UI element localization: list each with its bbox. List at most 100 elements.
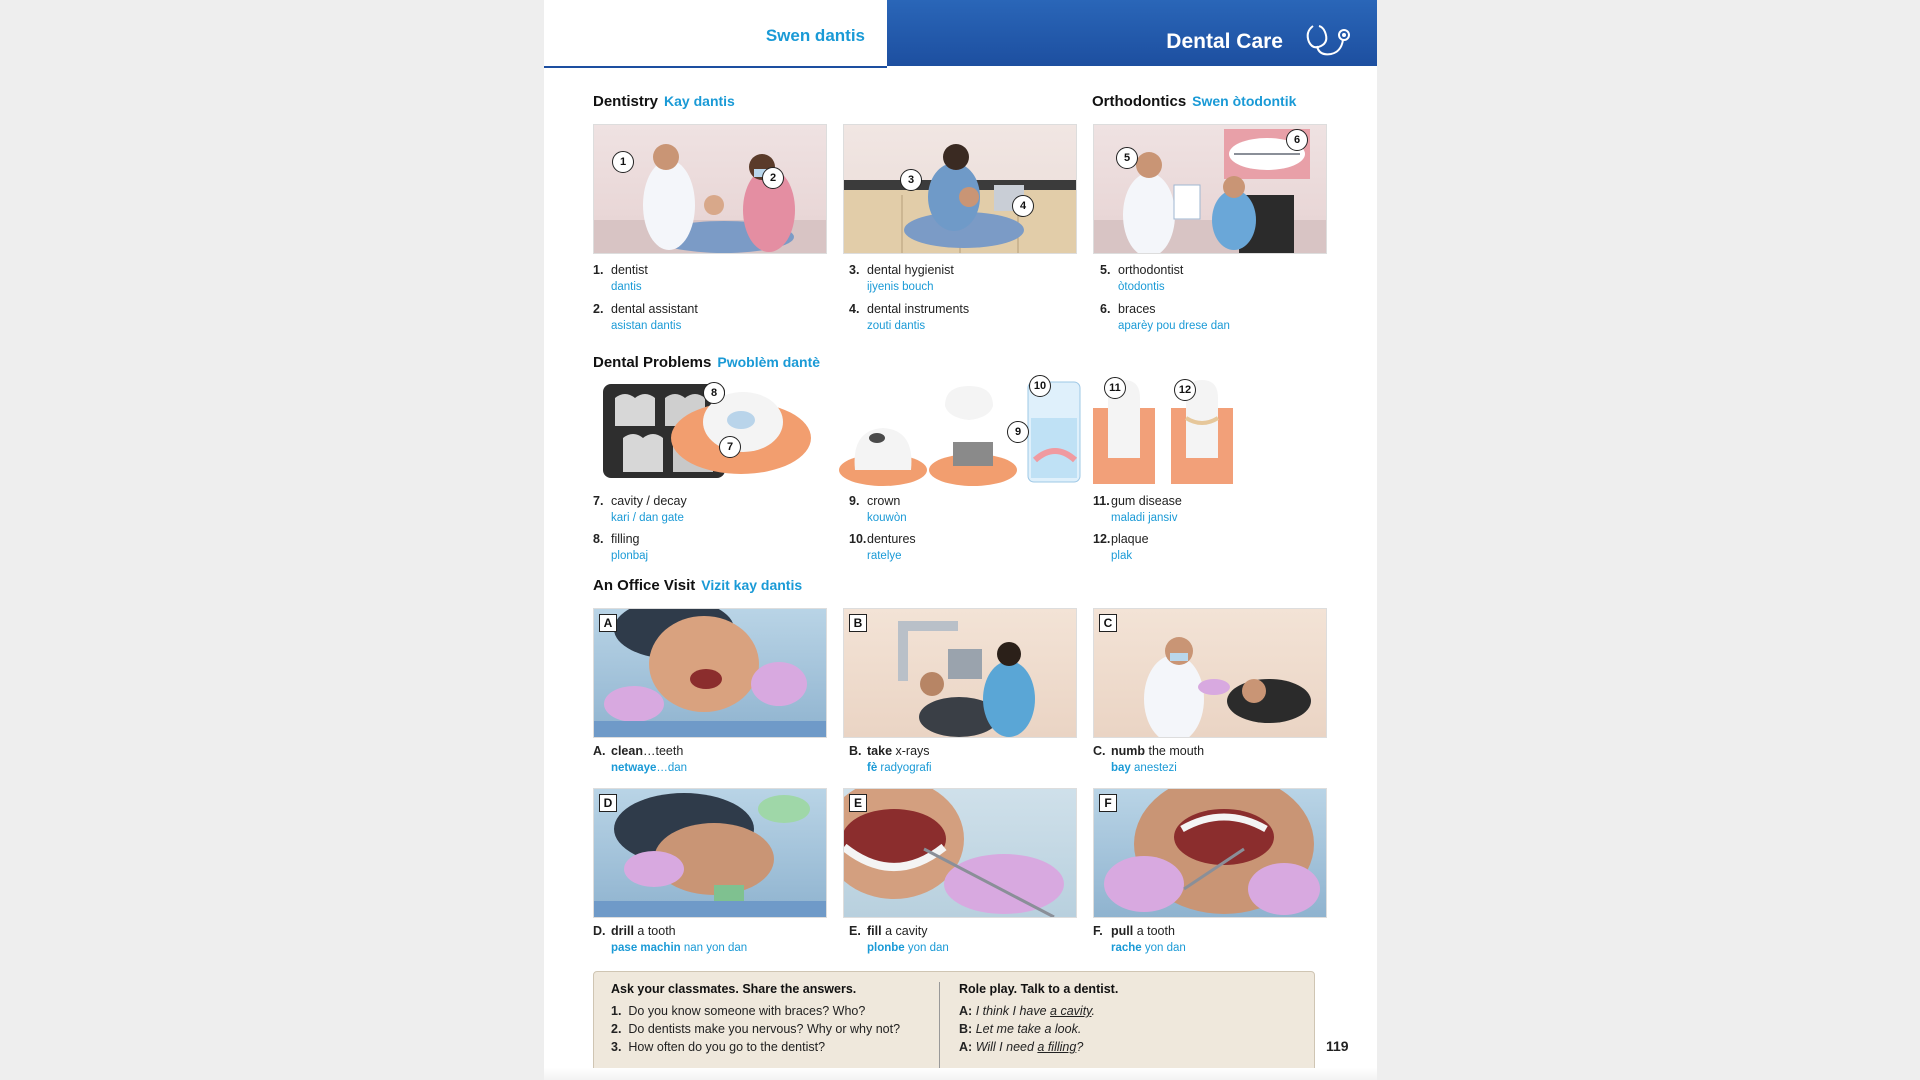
verb-word: pull xyxy=(1111,924,1134,938)
question-text: Do dentists make you nervous? Why or why… xyxy=(628,1022,901,1036)
verb-rest: a tooth xyxy=(633,924,676,938)
callout-7: 7 xyxy=(719,436,741,458)
dentist-scene xyxy=(594,144,826,253)
verb-rest: the mouth xyxy=(1145,744,1205,758)
verb-word: fill xyxy=(867,924,882,938)
verb-rest: …teeth xyxy=(642,744,684,758)
vocab-english: braces xyxy=(1118,302,1156,316)
verb-creole-rest: …dan xyxy=(656,762,688,774)
vocab-english: dental assistant xyxy=(611,302,698,316)
vocab-number: 12. xyxy=(1093,532,1111,546)
verb-creole-rest: anestezi xyxy=(1130,762,1177,774)
vocab-english: crown xyxy=(867,494,901,508)
verb-letter: D. xyxy=(593,924,606,938)
callout-2: 2 xyxy=(762,167,784,189)
vocab-creole: maladi jansiv xyxy=(1111,512,1178,524)
verb-creole: rache xyxy=(1111,942,1142,954)
activity-divider xyxy=(939,982,940,1072)
section-title-en: Orthodontics xyxy=(1092,93,1187,110)
vocab-number: 10. xyxy=(849,532,867,546)
dentist-illustration: 1 2 xyxy=(593,124,827,254)
vocab-english: dental instruments xyxy=(867,302,970,316)
section-title-kr: Swen òtodontik xyxy=(1192,93,1297,109)
verb-letter: F. xyxy=(1093,924,1103,938)
section-title-en: An Office Visit xyxy=(593,577,696,594)
section-title-orthodontics: Orthodontics Swen òtodontik xyxy=(1092,93,1296,110)
vocab-number: 8. xyxy=(593,532,604,546)
section-title-visit: An Office Visit Vizit kay dantis xyxy=(593,577,802,594)
vocab-number: 3. xyxy=(849,263,860,277)
section-title-en: Dentistry xyxy=(593,93,659,110)
vocab-number: 1. xyxy=(593,263,604,277)
letter-b: B xyxy=(849,614,867,632)
verb-creole-rest: yon dan xyxy=(1141,942,1186,954)
hygienist-illustration: 3 4 xyxy=(843,124,1077,254)
panel-c-numb: C xyxy=(1093,608,1327,738)
dialogue-line-1: A: I think I have a cavity. xyxy=(959,1004,1095,1018)
verb-word: take xyxy=(867,744,893,758)
verb-creole-rest: radyografi xyxy=(877,762,932,774)
letter-e: E xyxy=(849,794,867,812)
verb-creole-rest: nan yon dan xyxy=(680,942,748,954)
numb-scene xyxy=(1144,637,1311,737)
vocab-english: filling xyxy=(611,532,640,546)
vocab-creole: plak xyxy=(1111,550,1133,562)
clean-scene xyxy=(594,609,826,737)
letter-a: A xyxy=(599,614,617,632)
stethoscope-icon xyxy=(1306,25,1350,56)
vocab-number: 5. xyxy=(1100,263,1111,277)
vocab-english: orthodontist xyxy=(1118,263,1184,277)
question-1: 1. Do you know someone with braces? Who? xyxy=(611,1004,865,1018)
vocab-english: gum disease xyxy=(1111,494,1182,508)
callout-3: 3 xyxy=(900,169,922,191)
vocab-creole: aparèy pou drese dan xyxy=(1118,320,1230,332)
section-title-problems: Dental Problems Pwoblèm dantè xyxy=(593,354,820,371)
verb-creole: netwaye xyxy=(611,762,657,774)
orthodontist-illustration: 5 6 xyxy=(1093,124,1327,254)
question-number: 2. xyxy=(611,1022,622,1036)
letter-c: C xyxy=(1099,614,1117,632)
page-bottom-edge xyxy=(544,1068,1377,1080)
dialogue-text: I think I have xyxy=(975,1004,1051,1018)
vocab-creole: dantis xyxy=(611,281,642,293)
verb-creole: plonbe xyxy=(867,942,905,954)
question-number: 1. xyxy=(611,1004,622,1018)
vocab-creole: kouwòn xyxy=(867,512,907,524)
header-left: Swen dantis xyxy=(544,0,887,68)
panel-d-drill: D xyxy=(593,788,827,918)
dialogue-line-2: B: Let me take a look. xyxy=(959,1022,1081,1036)
page-number: 119 xyxy=(1326,1038,1349,1054)
letter-f: F xyxy=(1099,794,1117,812)
question-3: 3. How often do you go to the dentist? xyxy=(611,1040,825,1054)
vocab-creole: ijyenis bouch xyxy=(867,281,934,293)
verb-rest: a cavity xyxy=(881,924,928,938)
callout-9: 9 xyxy=(1007,421,1029,443)
header-right: Dental Care xyxy=(887,0,1377,66)
verb-word: numb xyxy=(1111,744,1146,758)
document-viewer: Swen dantis Dental Care Dentistry Kay dan… xyxy=(0,0,1920,1080)
dialogue-underlined: a filling xyxy=(1037,1040,1077,1054)
verb-word: clean xyxy=(611,744,643,758)
vocab-number: 6. xyxy=(1100,302,1111,316)
vocab-number: 11. xyxy=(1093,494,1110,508)
verb-letter: A. xyxy=(593,744,606,758)
verb-rest: a tooth xyxy=(1133,924,1175,938)
question-text: How often do you go to the dentist? xyxy=(628,1040,826,1054)
verb-letter: E. xyxy=(849,924,861,938)
verb-creole: bay xyxy=(1111,762,1131,774)
panel-a-clean: A xyxy=(593,608,827,738)
vocab-english: dentist xyxy=(611,263,648,277)
dialogue-text: Will I need xyxy=(975,1040,1038,1054)
callout-8: 8 xyxy=(703,382,725,404)
question-text: Do you know someone with braces? Who? xyxy=(628,1004,866,1018)
dialogue-end: . xyxy=(1091,1004,1095,1018)
question-number: 3. xyxy=(611,1040,622,1054)
hygienist-scene xyxy=(844,144,1076,253)
vocab-creole: plonbaj xyxy=(611,550,649,562)
panel-b-xrays: B xyxy=(843,608,1077,738)
xray-scene xyxy=(898,621,1035,737)
section-title-en: Dental Problems xyxy=(593,354,712,371)
callout-11: 11 xyxy=(1104,377,1126,399)
verb-creole-rest: yon dan xyxy=(904,942,949,954)
dialogue-underlined: a cavity xyxy=(1050,1004,1092,1018)
